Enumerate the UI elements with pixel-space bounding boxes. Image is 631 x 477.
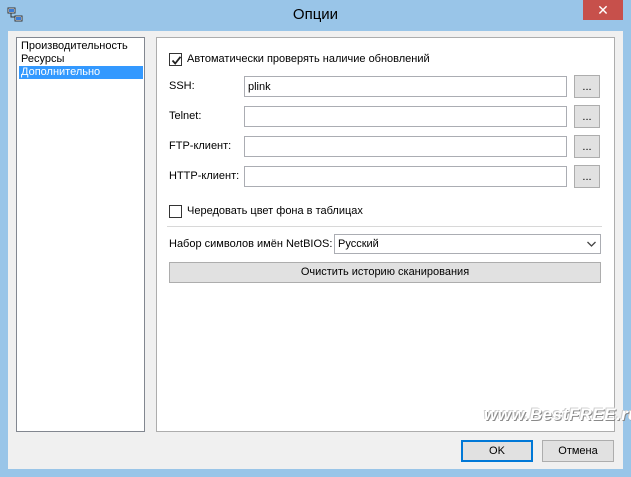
alternate-rows-label: Чередовать цвет фона в таблицах [187,205,363,217]
title-bar[interactable]: Опции ✕ [0,0,631,30]
cancel-button[interactable]: Отмена [542,440,614,462]
ssh-browse-button[interactable]: ... [574,75,600,98]
ftp-client-label: FTP-клиент: [169,140,232,152]
netbios-charset-value: Русский [338,238,379,250]
watermark: www.BestFREE.ru [484,405,631,424]
auto-update-checkbox-row[interactable]: Автоматически проверять наличие обновлен… [169,52,469,68]
window-title: Опции [292,6,339,23]
close-icon: ✕ [597,2,609,18]
auto-update-label: Автоматически проверять наличие обновлен… [187,53,430,65]
telnet-label: Telnet: [169,110,202,122]
netbios-charset-label: Набор символов имён NetBIOS: [169,238,333,250]
ftp-browse-button[interactable]: ... [574,135,600,158]
ftp-client-field[interactable] [244,136,567,157]
ok-button[interactable]: OK [461,440,533,462]
alternate-rows-checkbox[interactable] [169,205,182,218]
nav-item-advanced[interactable]: Дополнительно [19,66,143,79]
http-browse-button[interactable]: ... [574,165,600,188]
close-button[interactable]: ✕ [583,0,623,20]
ssh-field[interactable] [244,76,567,97]
divider [167,226,602,227]
clear-history-button[interactable]: Очистить историю сканирования [169,262,601,283]
checkmark-icon [171,56,182,65]
http-client-field[interactable] [244,166,567,187]
telnet-field[interactable] [244,106,567,127]
category-list[interactable]: Производительность Ресурсы Дополнительно [16,37,145,432]
chevron-down-icon[interactable] [583,235,600,253]
telnet-browse-button[interactable]: ... [574,105,600,128]
settings-panel: Автоматически проверять наличие обновлен… [156,37,615,432]
dialog-body: Производительность Ресурсы Дополнительно… [8,31,631,469]
alternate-rows-checkbox-row[interactable]: Чередовать цвет фона в таблицах [169,204,429,220]
http-client-label: HTTP-клиент: [169,170,240,182]
nav-item-resources[interactable]: Ресурсы [19,53,143,66]
ssh-label: SSH: [169,80,195,92]
auto-update-checkbox[interactable] [169,53,182,66]
netbios-charset-select[interactable]: Русский [334,234,601,254]
nav-item-performance[interactable]: Производительность [19,40,143,53]
